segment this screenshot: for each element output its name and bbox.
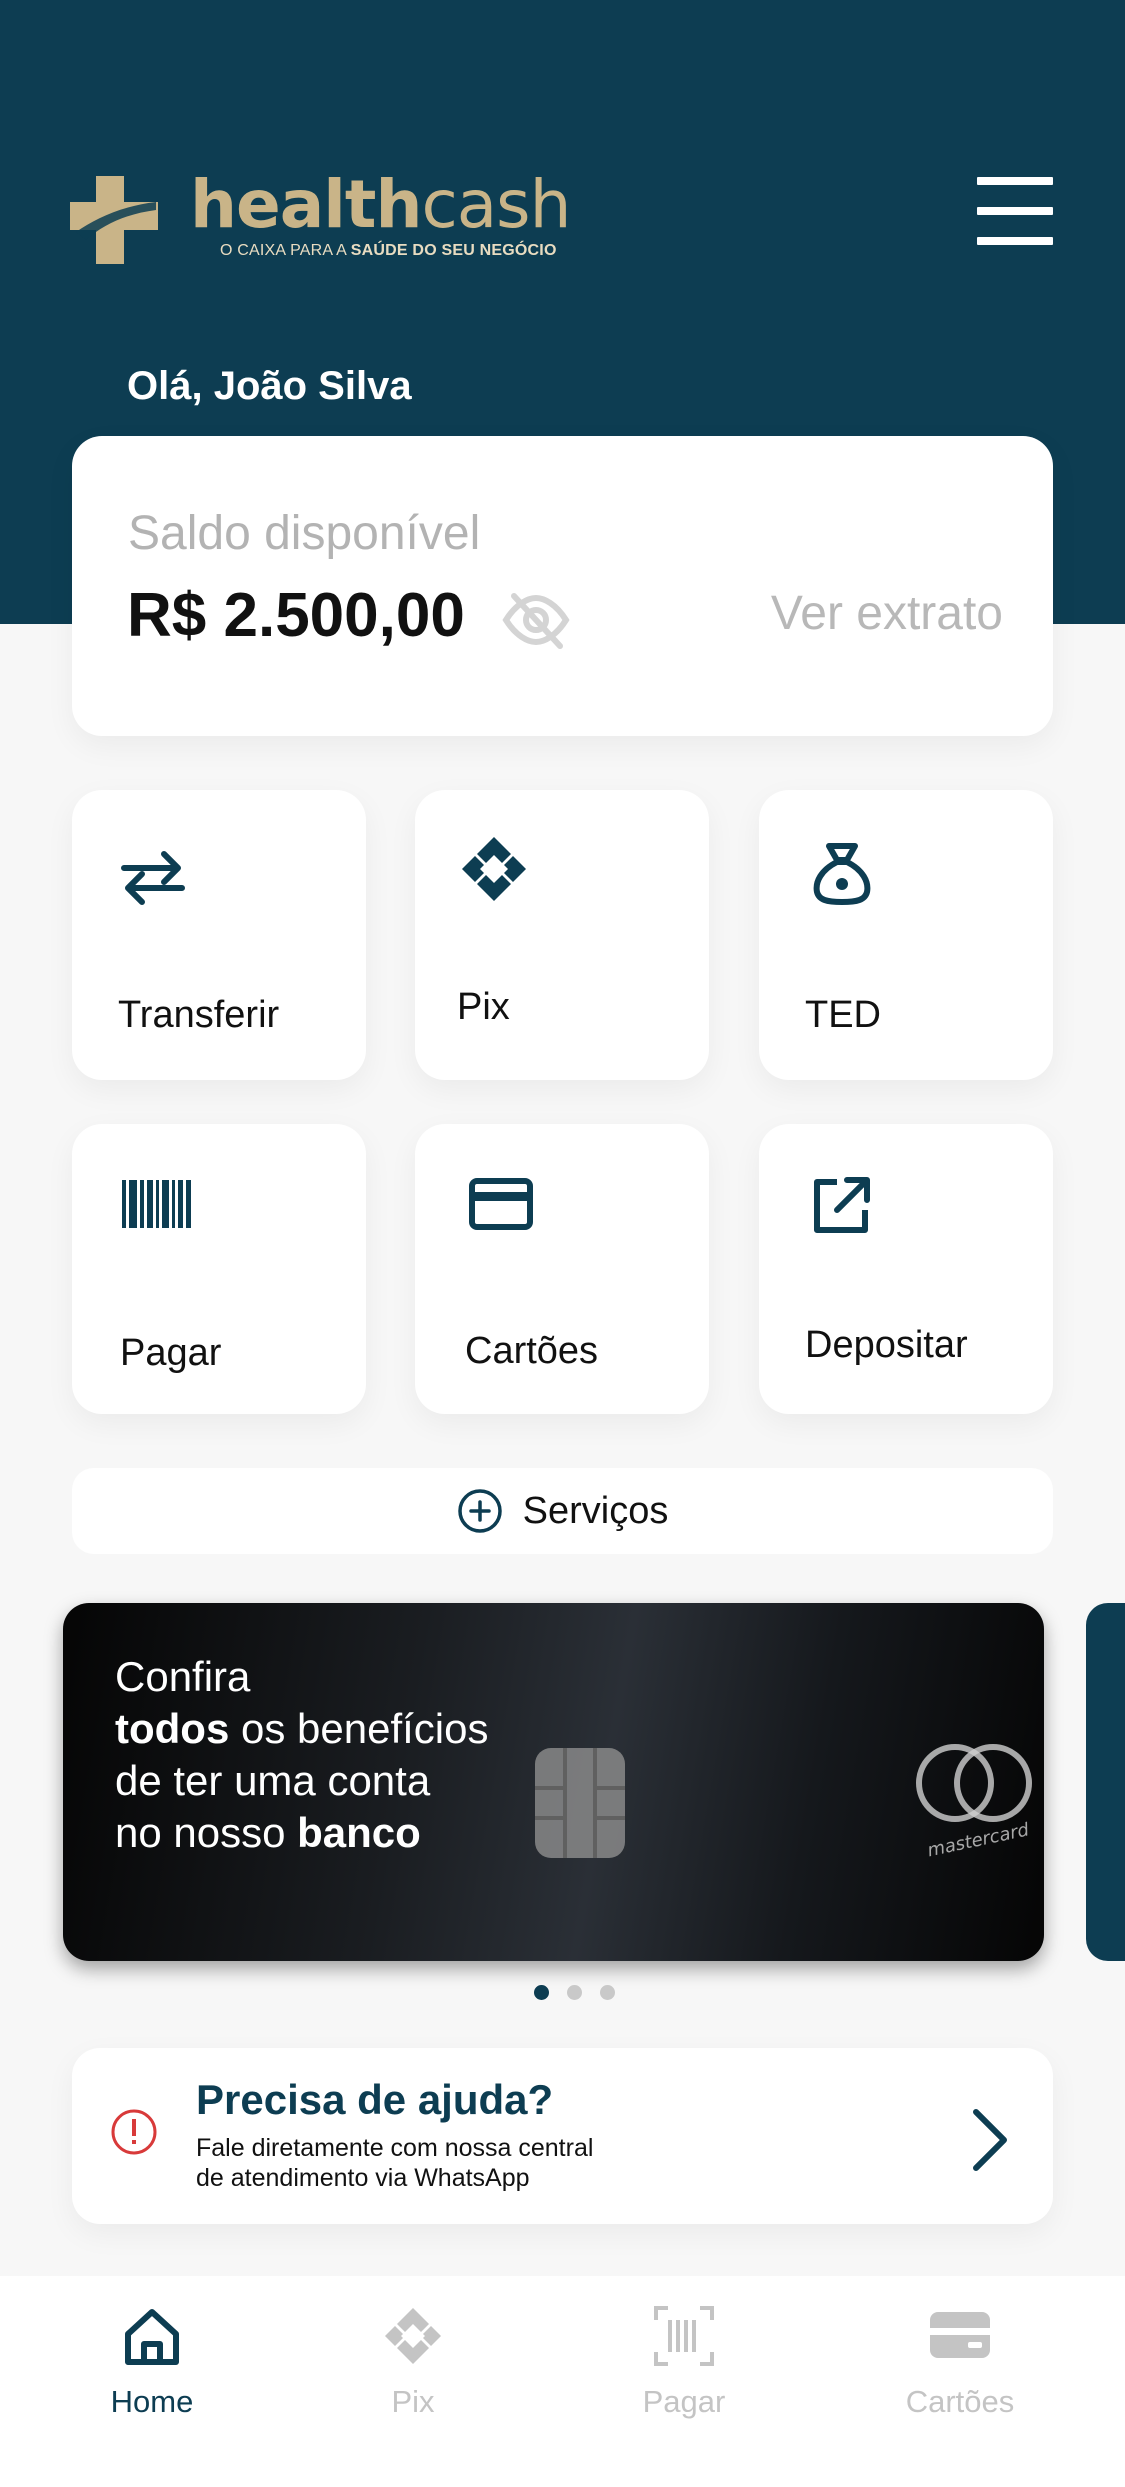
action-label: Transferir (118, 994, 280, 1036)
pix-icon (462, 837, 526, 901)
money-bag-icon (813, 843, 871, 905)
barcode-scan-icon (654, 2306, 714, 2366)
action-ted[interactable]: TED (759, 790, 1053, 1080)
action-label: Pix (457, 986, 510, 1028)
action-label: Cartões (465, 1330, 599, 1372)
hamburger-menu-icon[interactable] (977, 177, 1053, 245)
action-transfer[interactable]: Transferir (72, 790, 366, 1080)
barcode-icon (122, 1180, 191, 1228)
home-icon (125, 2309, 179, 2365)
action-pix[interactable]: Pix (415, 790, 709, 1080)
logo-cross-icon (70, 176, 158, 264)
pix-icon (385, 2308, 441, 2364)
view-statement-link[interactable]: Ver extrato (771, 586, 1003, 641)
action-label: Pagar (120, 1332, 222, 1374)
greeting-text: Olá, João Silva (127, 364, 412, 408)
help-description: Fale diretamente com nossa central de at… (196, 2134, 594, 2192)
tab-label: Home (110, 2384, 194, 2419)
carousel-dot-active[interactable] (534, 1985, 549, 2000)
action-deposit[interactable]: Depositar (759, 1124, 1053, 1414)
balance-label: Saldo disponível (128, 507, 481, 560)
transfer-arrows-icon (121, 851, 185, 905)
action-label: TED (805, 994, 881, 1036)
tab-label: Pix (391, 2384, 435, 2419)
tab-label: Pagar (642, 2384, 726, 2419)
brand-tagline: O CAIXA PARA A SAÚDE DO SEU NEGÓCIO (220, 242, 557, 259)
chevron-right-icon (973, 2109, 1007, 2171)
plus-circle-icon (457, 1489, 502, 1533)
brand-name: healthcash (190, 166, 571, 243)
help-title: Precisa de ajuda? (196, 2076, 554, 2123)
tab-pix[interactable]: Pix (313, 2304, 513, 2444)
balance-value: R$ 2.500,00 (127, 581, 465, 650)
services-label: Serviços (522, 1489, 669, 1532)
promo-banner[interactable]: Confira todos os benefícios de ter uma c… (63, 1603, 1044, 1961)
healthcash-logo: healthcash O CAIXA PARA A SAÚDE DO SEU N… (66, 166, 571, 272)
credit-card-icon (469, 1178, 533, 1230)
services-button[interactable]: Serviços (72, 1468, 1053, 1554)
eye-off-icon[interactable] (502, 586, 570, 654)
carousel-dot[interactable] (567, 1985, 582, 2000)
bottom-tab-bar: Home Pix Pagar Cartões (0, 2276, 1125, 2487)
carousel-dot[interactable] (600, 1985, 615, 2000)
balance-card: Saldo disponível R$ 2.500,00 Ver extrato (72, 436, 1053, 736)
action-pay[interactable]: Pagar (72, 1124, 366, 1414)
action-cards[interactable]: Cartões (415, 1124, 709, 1414)
mastercard-logo-icon: mastercard (916, 1744, 1032, 1861)
tab-home[interactable]: Home (52, 2304, 252, 2444)
card-chip-icon (535, 1748, 625, 1858)
svg-text:mastercard: mastercard (926, 1819, 1032, 1861)
tab-label: Cartões (905, 2384, 1015, 2419)
alert-circle-icon (111, 2109, 157, 2155)
help-card[interactable]: Precisa de ajuda? Fale diretamente com n… (72, 2048, 1053, 2224)
banner-text: Confira todos os benefícios de ter uma c… (115, 1653, 489, 1856)
tab-pay[interactable]: Pagar (584, 2304, 784, 2444)
credit-card-icon (930, 2312, 990, 2358)
external-link-icon (814, 1177, 870, 1233)
next-banner-peek[interactable] (1086, 1603, 1125, 1961)
tab-cards[interactable]: Cartões (860, 2304, 1060, 2444)
action-label: Depositar (805, 1324, 968, 1366)
